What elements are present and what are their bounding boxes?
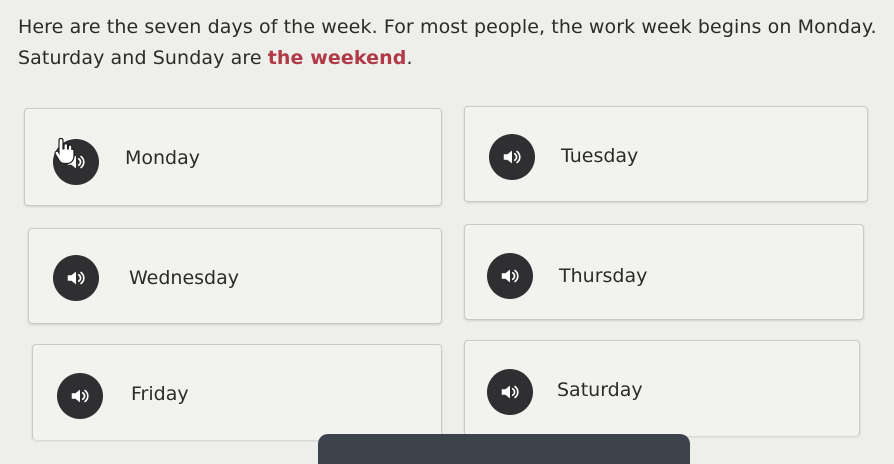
bottom-action-bar[interactable]: [318, 434, 690, 464]
audio-button-thursday[interactable]: [487, 253, 533, 299]
hand-pointer-icon: [54, 137, 75, 165]
day-label-wednesday: Wednesday: [129, 267, 240, 289]
audio-button-tuesday[interactable]: [489, 134, 535, 180]
instruction-text-end: .: [406, 47, 413, 69]
weekend-highlight: the weekend: [267, 47, 407, 69]
instruction-text-main: Here are the seven days of the week. For…: [18, 16, 877, 69]
day-label-thursday: Thursday: [559, 265, 648, 287]
day-label-friday: Friday: [131, 383, 189, 405]
day-card-monday[interactable]: Monday: [24, 108, 442, 206]
day-card-saturday[interactable]: Saturday: [464, 340, 860, 436]
speaker-icon: [501, 385, 519, 399]
speaker-icon: [67, 271, 85, 285]
audio-button-wednesday[interactable]: [53, 255, 99, 301]
day-card-thursday[interactable]: Thursday: [464, 224, 864, 320]
audio-button-saturday[interactable]: [487, 369, 533, 415]
speaker-icon: [501, 269, 519, 283]
speaker-icon: [503, 150, 521, 164]
day-card-wednesday[interactable]: Wednesday: [28, 228, 442, 324]
speaker-icon: [71, 389, 89, 403]
day-card-tuesday[interactable]: Tuesday: [464, 106, 868, 202]
day-label-tuesday: Tuesday: [561, 145, 639, 167]
day-card-friday[interactable]: Friday: [32, 344, 442, 440]
day-label-monday: Monday: [125, 147, 201, 169]
instruction-text: Here are the seven days of the week. For…: [18, 12, 884, 74]
day-label-saturday: Saturday: [557, 379, 643, 401]
audio-button-friday[interactable]: [57, 373, 103, 419]
